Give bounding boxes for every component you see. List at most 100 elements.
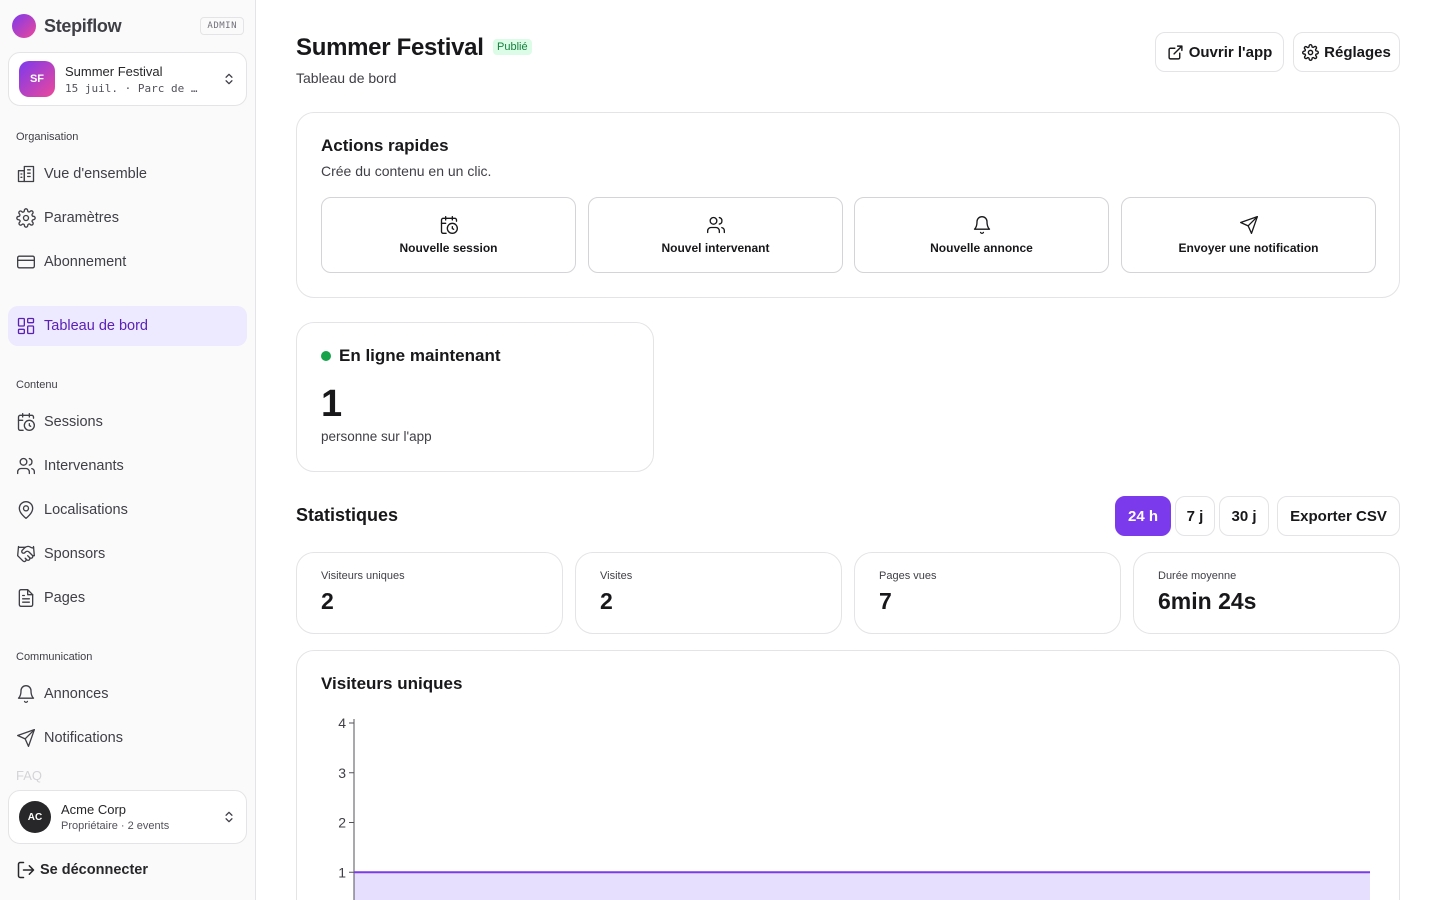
users-icon — [706, 216, 725, 234]
sidebar-item-label: Annonces — [44, 686, 109, 702]
chevrons-up-down-icon — [225, 811, 233, 823]
sidebar-item-speakers[interactable]: Intervenants — [8, 446, 247, 486]
range-30d-button[interactable]: 30 j — [1219, 496, 1269, 536]
settings-button[interactable]: Réglages — [1293, 32, 1400, 72]
sidebar-item-label: Vue d'ensemble — [44, 166, 147, 182]
live-users-card: En ligne maintenant 1 personne sur l'app — [296, 322, 654, 472]
chart-y-tick-label: 2 — [338, 815, 346, 831]
unique-visitors-chart: 1 2 3 4 — [338, 715, 1370, 900]
sidebar-item-sessions[interactable]: Sessions — [8, 402, 247, 442]
sidebar-item-overview[interactable]: Vue d'ensemble — [8, 154, 247, 194]
map-pin-icon — [18, 501, 34, 519]
handshake-icon — [17, 545, 35, 563]
sidebar-item-locations[interactable]: Localisations — [8, 490, 247, 530]
range-7d-button[interactable]: 7 j — [1175, 496, 1215, 536]
brand[interactable]: Stepiflow ADMIN — [12, 14, 244, 38]
quick-action-label: Envoyer une notification — [1178, 241, 1319, 255]
gear-icon — [16, 208, 36, 228]
event-details: 15 juil. · Parc de … — [65, 81, 198, 95]
sidebar-item-label: Sponsors — [44, 546, 106, 562]
dashboard-icon — [17, 317, 35, 335]
sidebar-item-notifications[interactable]: Notifications — [8, 718, 247, 758]
chart-y-tick-label: 1 — [338, 864, 346, 880]
sidebar-item-subscription[interactable]: Abonnement — [8, 242, 247, 282]
external-link-icon — [1168, 44, 1183, 60]
sidebar-item-label: Sessions — [44, 414, 103, 430]
bell-icon — [17, 685, 35, 704]
sidebar-item-announcements[interactable]: Annonces — [8, 674, 247, 714]
live-status-dot — [321, 351, 331, 361]
logout-button[interactable]: Se déconnecter — [16, 860, 148, 880]
sidebar-item-dashboard[interactable]: Tableau de bord — [8, 306, 247, 346]
stat-value: 7 — [879, 588, 892, 614]
quick-action-label: Nouvelle session — [399, 241, 498, 255]
stat-card-avg-duration: Durée moyenne 6min 24s — [1133, 552, 1400, 634]
brand-logo-icon — [12, 14, 36, 38]
chevrons-up-down-icon — [225, 73, 233, 85]
event-switcher[interactable]: SF Summer Festival 15 juil. · Parc de … — [8, 52, 247, 106]
send-icon — [17, 729, 35, 747]
stat-card-page-views: Pages vues 7 — [854, 552, 1121, 634]
open-app-button[interactable]: Ouvrir l'app — [1155, 32, 1284, 72]
section-label-communication: Communication — [16, 651, 93, 663]
stat-value: 2 — [600, 588, 613, 614]
stat-card-unique-visitors: Visiteurs uniques 2 — [296, 552, 563, 634]
chart-y-tick-label: 4 — [338, 715, 346, 731]
stat-value: 6min 24s — [1158, 588, 1257, 614]
sidebar-item-settings[interactable]: Paramètres — [8, 198, 247, 238]
settings-label: Réglages — [1324, 43, 1391, 61]
sidebar-item-label: Localisations — [44, 502, 128, 518]
quick-actions-subtitle: Crée du contenu en un clic. — [321, 163, 492, 179]
page-subtitle: Tableau de bord — [296, 70, 397, 86]
org-avatar: AC — [19, 801, 51, 833]
quick-actions-title: Actions rapides — [321, 136, 449, 155]
sidebar-item-label: Tableau de bord — [44, 318, 148, 334]
admin-tag: ADMIN — [200, 17, 244, 35]
calendar-clock-icon — [440, 216, 458, 234]
stat-label: Visites — [600, 570, 633, 582]
sidebar-item-label: Pages — [44, 590, 86, 606]
unique-visitors-chart-card: Visiteurs uniques 1234 — [296, 650, 1400, 900]
new-announcement-button[interactable]: Nouvelle annonce — [854, 197, 1109, 273]
stat-label: Visiteurs uniques — [321, 570, 405, 582]
sidebar: Stepiflow ADMIN SF Summer Festival 15 ju… — [0, 0, 256, 900]
range-24h-button[interactable]: 24 h — [1115, 496, 1171, 536]
export-csv-button[interactable]: Exporter CSV — [1277, 496, 1400, 536]
page-title: Summer Festival — [296, 34, 484, 61]
status-badge: Publié — [493, 39, 532, 55]
send-notification-button[interactable]: Envoyer une notification — [1121, 197, 1376, 273]
live-users-count: 1 — [321, 383, 343, 425]
sidebar-item-pages[interactable]: Pages — [8, 578, 247, 618]
main-content: Summer Festival Publié Tableau de bord O… — [256, 0, 1440, 900]
quick-action-label: Nouvelle annonce — [930, 241, 1033, 255]
org-name: Acme Corp — [61, 802, 127, 817]
brand-name: Stepiflow — [44, 15, 122, 36]
building-icon — [17, 165, 35, 183]
stats-title: Statistiques — [296, 505, 399, 525]
logout-label: Se déconnecter — [40, 862, 148, 878]
sidebar-item-label: Intervenants — [44, 458, 124, 474]
sidebar-item-faq-partial[interactable]: FAQ — [16, 768, 42, 783]
stat-label: Durée moyenne — [1158, 570, 1237, 582]
event-name: Summer Festival — [65, 63, 163, 79]
sidebar-item-label: Notifications — [44, 730, 123, 746]
file-text-icon — [18, 589, 34, 607]
sidebar-item-sponsors[interactable]: Sponsors — [8, 534, 247, 574]
org-switcher[interactable]: AC Acme Corp Propriétaire · 2 events — [8, 790, 247, 844]
live-users-caption: personne sur l'app — [321, 429, 432, 444]
gear-icon — [1302, 43, 1320, 61]
quick-actions-card: Actions rapides Crée du contenu en un cl… — [296, 112, 1400, 298]
new-session-button[interactable]: Nouvelle session — [321, 197, 576, 273]
chart-y-tick-label: 3 — [338, 765, 346, 781]
sidebar-item-label: Abonnement — [44, 254, 127, 270]
new-speaker-button[interactable]: Nouvel intervenant — [588, 197, 843, 273]
quick-action-label: Nouvel intervenant — [661, 241, 770, 255]
section-label-contenu: Contenu — [16, 379, 58, 391]
chart-area-fill — [354, 872, 1370, 900]
stat-value: 2 — [321, 588, 334, 614]
stat-label: Pages vues — [879, 570, 937, 582]
event-avatar: SF — [19, 61, 55, 97]
sidebar-item-label: Paramètres — [44, 210, 119, 226]
bell-icon — [973, 216, 990, 235]
users-icon — [17, 457, 36, 475]
